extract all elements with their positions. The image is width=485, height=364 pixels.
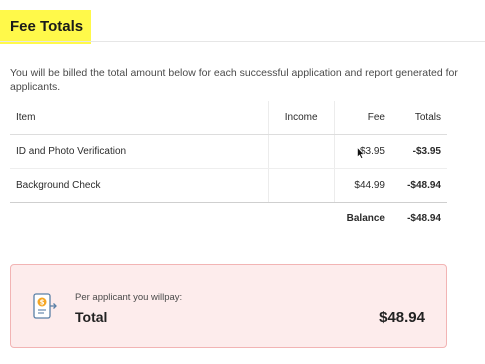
row-income	[267, 134, 335, 169]
balance-value: -$48.94	[407, 213, 441, 224]
total-label: Total	[75, 309, 108, 325]
row-item: Background Check	[10, 168, 269, 203]
balance-label: Balance	[346, 213, 385, 224]
fee-totals-page: Fee Totals You will be billed the total …	[0, 0, 485, 364]
table-row: Background Check $44.99 -$48.94	[10, 168, 447, 203]
title-divider	[0, 41, 485, 42]
per-applicant-subtitle: Per applicant you willpay:	[75, 292, 183, 303]
row-item: ID and Photo Verification	[10, 134, 269, 169]
per-applicant-total-card: $ Per applicant you willpay: Total $48.9…	[10, 264, 447, 348]
table-row: ID and Photo Verification $3.95 -$3.95	[10, 134, 447, 169]
row-fee: $44.99	[334, 168, 391, 203]
dollar-document-arrow-icon: $	[33, 293, 57, 319]
header-fee: Fee	[334, 101, 391, 135]
header-totals: Totals	[391, 101, 447, 135]
row-total: -$3.95	[391, 134, 447, 169]
balance-row: Balance -$48.94	[10, 203, 447, 235]
total-amount: $48.94	[379, 309, 425, 326]
svg-text:$: $	[40, 299, 45, 307]
header-income: Income	[267, 101, 335, 135]
section-title: Fee Totals	[0, 10, 92, 44]
row-total: -$48.94	[391, 168, 447, 203]
fee-table: Item Income Fee Totals ID and Photo Veri…	[10, 101, 447, 234]
table-header-row: Item Income Fee Totals	[10, 101, 447, 135]
mouse-cursor-icon	[357, 147, 365, 159]
billing-description: You will be billed the total amount belo…	[10, 67, 458, 93]
header-item: Item	[10, 101, 269, 135]
row-income	[267, 168, 335, 203]
